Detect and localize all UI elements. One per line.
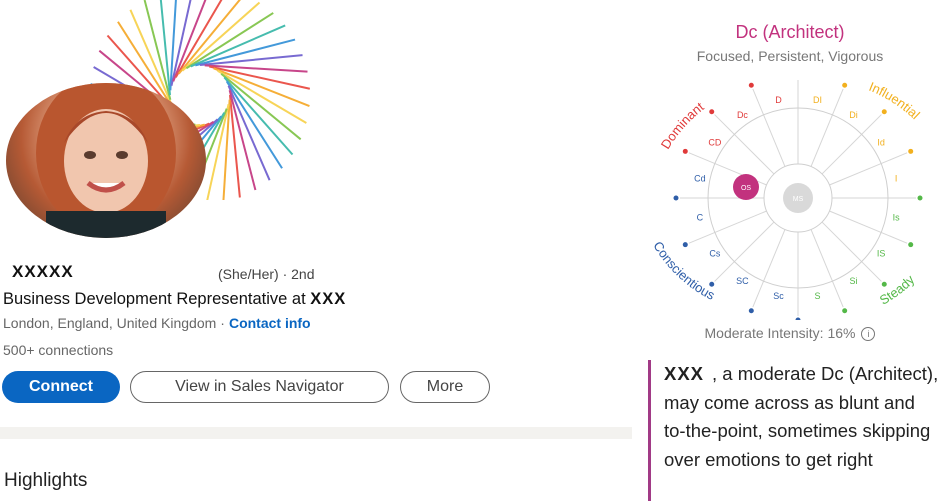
segment-label: Sc [773,291,784,301]
headline-title: Business Development Representative at [3,290,306,308]
segment-label: I [895,173,898,183]
connections-count[interactable]: 500+ connections [3,342,113,358]
wheel-tick [748,308,754,314]
wheel-tick [842,82,848,88]
disc-description: XXX, a moderate Dc (Architect), may come… [648,360,940,501]
segment-label: Cd [694,173,706,183]
segment-label: DI [813,95,822,105]
segment-label: Di [849,110,858,120]
disc-type-title: Dc (Architect) [735,22,845,42]
segment-label: Id [877,137,885,147]
wheel-tick [881,281,887,287]
quadrant-steady: Steady [877,272,918,308]
pronouns-degree: (She/Her) · 2nd [218,266,315,282]
wheel-tick [682,242,688,248]
segment-label: SC [736,276,749,286]
wheel-tick [673,195,679,201]
description-name: XXX [664,363,705,384]
wheel-tick [917,195,923,201]
location-text: London, England, United Kingdom [3,315,217,331]
wheel-spoke [714,221,775,282]
section-divider [0,427,632,439]
segment-label: Cs [709,249,720,259]
ms-label: MS [793,196,804,203]
intensity-row: Moderate Intensity: 16% i [640,325,940,342]
segment-label: S [815,291,821,301]
cover-line [213,67,310,107]
disc-traits: Focused, Persistent, Vigorous [696,48,884,64]
segment-label: C [697,213,704,223]
wheel-spoke [714,114,775,175]
wheel-tick [908,148,914,154]
wheel-tick [682,148,688,154]
highlights-heading: Highlights [4,470,88,491]
contact-info-link[interactable]: Contact info [229,315,311,331]
wheel-tick [908,242,914,248]
wheel-tick [748,82,754,88]
description-text: , a moderate Dc (Architect), may come ac… [664,363,939,470]
more-button[interactable]: More [400,371,490,403]
quadrant-influential: Influential [867,80,923,122]
segment-label: D [775,95,782,105]
quadrant-dominant: Dominant [658,99,707,152]
segment-label: IS [877,249,886,259]
segment-label: CD [708,137,721,147]
connect-button[interactable]: Connect [2,371,120,403]
avatar[interactable] [6,83,206,238]
wheel-tick [881,109,887,115]
headline-company: XXX [310,290,347,308]
location-row: London, England, United Kingdom · Contact … [3,315,311,331]
intensity-text: Moderate Intensity: 16% [704,325,856,341]
quadrant-conscientious: Conscientious [650,239,717,303]
disc-wheel: DI Di Id I Is IS Si S Sc SC Cs C Cd CD Dc D Dominant In… [650,80,923,320]
segment-label: Si [850,276,858,286]
info-icon[interactable]: i [861,327,876,342]
segment-label: Is [893,213,901,223]
wheel-tick [709,109,715,115]
view-in-sales-navigator-button[interactable]: View in Sales Navigator [130,371,389,403]
wheel-spoke [821,114,882,175]
os-label: OS [741,185,751,192]
headline: Business Development Representative at X… [3,290,346,309]
wheel-tick [842,308,848,314]
profile-name: XXXXX [12,262,74,281]
segment-label: Dc [737,110,748,120]
wheel-spoke [821,221,882,282]
separator: · [220,315,225,331]
wheel-tick [795,317,801,320]
